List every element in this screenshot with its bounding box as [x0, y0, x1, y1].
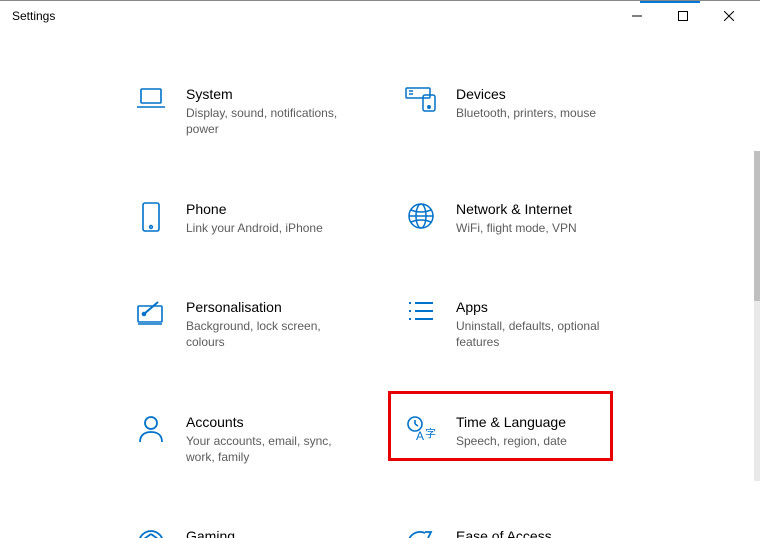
paint-icon	[134, 298, 168, 326]
settings-content: System Display, sound, notifications, po…	[0, 31, 752, 538]
maximize-icon	[678, 11, 688, 21]
tile-personalisation[interactable]: Personalisation Background, lock screen,…	[130, 294, 390, 355]
tile-accounts[interactable]: Accounts Your accounts, email, sync, wor…	[130, 409, 390, 470]
tile-title: Time & Language	[456, 413, 656, 431]
tile-title: System	[186, 85, 386, 103]
close-icon	[724, 11, 734, 21]
titlebar: Settings	[0, 1, 760, 31]
svg-text:A: A	[416, 429, 424, 443]
tile-desc: Background, lock screen, colours	[186, 318, 356, 350]
laptop-icon	[134, 85, 168, 111]
tile-desc: Speech, region, date	[456, 433, 626, 449]
accent-strip	[640, 1, 700, 3]
tile-phone[interactable]: Phone Link your Android, iPhone	[130, 196, 390, 240]
time-language-icon: A 字	[404, 413, 438, 443]
tile-title: Personalisation	[186, 298, 386, 316]
tile-title: Gaming	[186, 527, 386, 538]
tile-desc: Display, sound, notifications, power	[186, 105, 356, 137]
tile-system[interactable]: System Display, sound, notifications, po…	[130, 81, 390, 142]
maximize-button[interactable]	[660, 1, 706, 31]
tile-title: Phone	[186, 200, 386, 218]
apps-list-icon	[404, 298, 438, 322]
ease-of-access-icon	[404, 527, 438, 538]
tile-title: Network & Internet	[456, 200, 656, 218]
tile-desc: WiFi, flight mode, VPN	[456, 220, 626, 236]
tile-desc: Your accounts, email, sync, work, family	[186, 433, 356, 465]
scrollbar-thumb[interactable]	[754, 151, 760, 301]
globe-icon	[404, 200, 438, 230]
tile-gaming[interactable]: Gaming	[130, 523, 390, 538]
tile-desc: Link your Android, iPhone	[186, 220, 356, 236]
tile-devices[interactable]: Devices Bluetooth, printers, mouse	[400, 81, 660, 142]
window-title: Settings	[8, 9, 55, 23]
svg-text:字: 字	[425, 426, 436, 440]
minimize-icon	[632, 11, 642, 21]
close-button[interactable]	[706, 1, 752, 31]
settings-grid: System Display, sound, notifications, po…	[130, 81, 752, 538]
tile-time-language[interactable]: A 字 Time & Language Speech, region, date	[400, 409, 660, 470]
tile-network[interactable]: Network & Internet WiFi, flight mode, VP…	[400, 196, 660, 240]
tile-apps[interactable]: Apps Uninstall, defaults, optional featu…	[400, 294, 660, 355]
tile-title: Devices	[456, 85, 656, 103]
tile-desc: Uninstall, defaults, optional features	[456, 318, 626, 350]
person-icon	[134, 413, 168, 443]
tile-title: Apps	[456, 298, 656, 316]
tile-ease-of-access[interactable]: Ease of Access	[400, 523, 660, 538]
minimize-button[interactable]	[614, 1, 660, 31]
tile-title: Ease of Access	[456, 527, 656, 538]
tile-desc: Bluetooth, printers, mouse	[456, 105, 626, 121]
tile-title: Accounts	[186, 413, 386, 431]
phone-icon	[134, 200, 168, 232]
devices-icon	[404, 85, 438, 113]
gaming-icon	[134, 527, 168, 538]
